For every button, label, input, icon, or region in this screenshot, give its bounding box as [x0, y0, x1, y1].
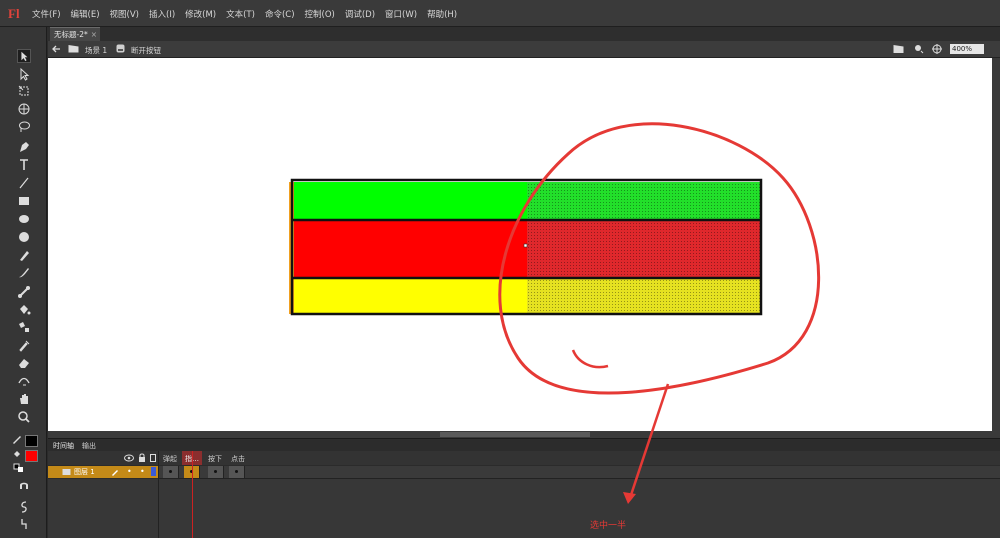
scene-breadcrumb[interactable]: 场景 1 — [85, 45, 107, 56]
annotation-circle-tail — [571, 349, 609, 369]
layer-name[interactable]: 图层 1 — [74, 467, 95, 477]
button-symbol-icon — [116, 44, 125, 53]
subselect-icon[interactable] — [17, 67, 31, 81]
menu-file[interactable]: 文件(F) — [32, 8, 61, 20]
back-arrow-icon[interactable] — [52, 45, 61, 53]
stroke-pencil-icon — [13, 436, 21, 444]
app-logo: Fl — [8, 6, 20, 21]
pencil-icon[interactable] — [17, 248, 31, 262]
timeline-divider[interactable] — [158, 451, 159, 538]
menu-window[interactable]: 窗口(W) — [385, 8, 417, 20]
oval-icon[interactable] — [17, 212, 31, 226]
red-stripe[interactable] — [294, 220, 527, 278]
timeline-tabs: 时间轴 输出 — [48, 438, 1000, 451]
layer-icon — [62, 469, 71, 475]
menu-insert[interactable]: 插入(I) — [149, 8, 175, 20]
zoom-icon[interactable] — [17, 410, 31, 424]
edit-bar: 场景 1 断开按钮 — [48, 41, 1000, 58]
swap-colors-icon[interactable] — [13, 463, 27, 473]
snap-magnet-icon[interactable] — [17, 481, 31, 495]
edit-scene-icon[interactable] — [893, 43, 905, 54]
outline-icon[interactable] — [150, 454, 156, 462]
menu-debug[interactable]: 调试(D) — [345, 8, 375, 20]
scene-clapper-icon — [68, 45, 79, 53]
menu-commands[interactable]: 命令(C) — [265, 8, 295, 20]
menu-help[interactable]: 帮助(H) — [427, 8, 457, 20]
brush-icon[interactable] — [17, 265, 31, 279]
vertical-scrollbar[interactable] — [992, 58, 1000, 438]
layer-row[interactable]: 图层 1 • • — [48, 466, 158, 478]
playhead-line[interactable] — [192, 451, 193, 538]
3d-rotate-icon[interactable] — [17, 102, 31, 116]
arrow-icon[interactable] — [17, 49, 31, 63]
yellow-stripe[interactable] — [294, 278, 527, 314]
transform-point[interactable] — [523, 243, 528, 248]
menu-modify[interactable]: 修改(M) — [185, 8, 216, 20]
snap-to-stage-icon[interactable] — [932, 44, 942, 54]
text-icon[interactable] — [17, 158, 31, 172]
frames-row[interactable] — [158, 466, 1000, 479]
keyframe-up[interactable] — [163, 466, 179, 478]
straighten-icon[interactable] — [17, 517, 31, 531]
menu-view[interactable]: 视图(V) — [110, 8, 139, 20]
bone-icon[interactable] — [17, 285, 31, 299]
hand-icon[interactable] — [17, 392, 31, 406]
annotation-arrow — [623, 383, 670, 504]
selection-hatch — [527, 182, 761, 314]
rect-icon[interactable] — [17, 194, 31, 208]
stroke-color-swatch[interactable] — [25, 435, 38, 447]
keyframe-hit[interactable] — [229, 466, 245, 478]
timeline-body — [48, 479, 1000, 538]
menu-edit[interactable]: 编辑(E) — [71, 8, 100, 20]
layer-pencil-icon — [112, 470, 118, 476]
symbol-breadcrumb[interactable]: 断开按钮 — [131, 45, 161, 56]
eraser-icon[interactable] — [17, 356, 31, 370]
layer-outline-color[interactable] — [151, 467, 156, 476]
layer-visible-dot[interactable]: • — [127, 467, 132, 476]
ink-bottle-icon[interactable] — [17, 320, 31, 334]
lock-icon[interactable] — [138, 453, 146, 463]
fill-color-swatch[interactable] — [25, 450, 38, 462]
close-icon[interactable]: × — [91, 28, 97, 41]
stage[interactable] — [48, 58, 992, 431]
document-tab[interactable]: 无标题-2* × — [50, 27, 100, 41]
smooth-icon[interactable] — [17, 500, 31, 514]
document-tab-row — [0, 27, 1000, 41]
lasso-icon[interactable] — [17, 120, 31, 134]
eyedropper-icon[interactable] — [17, 338, 31, 352]
zoom-select[interactable]: 400% — [950, 44, 984, 54]
eye-icon[interactable] — [124, 454, 134, 462]
polystar-icon[interactable] — [17, 230, 31, 244]
green-stripe[interactable] — [294, 182, 527, 220]
free-transform-icon[interactable] — [17, 84, 31, 98]
main-menu: 文件(F) 编辑(E) 视图(V) 插入(I) 修改(M) 文本(T) 命令(C… — [32, 8, 467, 20]
line-icon[interactable] — [17, 176, 31, 190]
edit-symbols-icon[interactable] — [914, 44, 924, 54]
document-tab-label: 无标题-2* — [54, 30, 88, 39]
annotation-text: 选中一半 — [590, 521, 627, 531]
fill-bucket-icon — [14, 451, 20, 457]
tools-panel — [0, 27, 47, 538]
tab-output[interactable]: 输出 — [82, 441, 96, 451]
menu-control[interactable]: 控制(O) — [305, 8, 335, 20]
stage-canvas[interactable] — [48, 58, 992, 431]
frame-label-hit: 点击 — [231, 455, 245, 463]
keyframe-down[interactable] — [208, 466, 224, 478]
layer-lock-dot[interactable]: • — [140, 467, 145, 476]
paint-bucket-icon[interactable] — [17, 303, 31, 317]
frame-label-down: 按下 — [208, 455, 222, 463]
pen-icon[interactable] — [17, 140, 31, 154]
menu-text[interactable]: 文本(T) — [226, 8, 255, 20]
frame-label-up: 弹起 — [163, 455, 177, 463]
tab-timeline[interactable]: 时间轴 — [53, 441, 74, 451]
horizontal-scroll-thumb[interactable] — [440, 432, 590, 437]
width-icon[interactable] — [17, 373, 31, 387]
